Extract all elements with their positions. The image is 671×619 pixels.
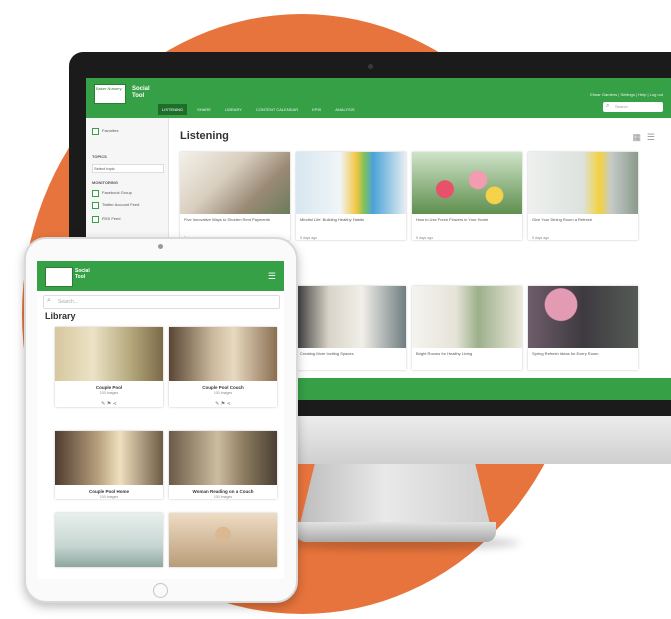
topic-select[interactable]: Select topic bbox=[92, 164, 164, 173]
card-image bbox=[296, 152, 406, 214]
nav-analysis[interactable]: ANALYSIS bbox=[331, 104, 358, 115]
library-item-subtitle: 100 Images bbox=[213, 495, 233, 499]
sidebar-source-3[interactable]: RSS Feed bbox=[102, 216, 120, 221]
card-caption: Bright Rooms for Healthy Living bbox=[416, 351, 473, 356]
listening-card[interactable]: Mindful Life: Building Healthy Habits 5 … bbox=[296, 152, 406, 240]
card-meta: 5 days ago bbox=[416, 236, 434, 240]
favorites-checkbox[interactable] bbox=[92, 128, 99, 135]
search-icon: ⌕ bbox=[47, 297, 51, 304]
card-caption: Give Your Dining Room a Refresh bbox=[532, 217, 593, 222]
grid-view-icon[interactable]: ▦ bbox=[632, 132, 641, 143]
nav-content-calendar[interactable]: CONTENT CALENDAR bbox=[252, 104, 302, 115]
library-item-image bbox=[169, 431, 277, 485]
page-title: Listening bbox=[180, 130, 229, 142]
home-button-icon[interactable] bbox=[153, 583, 168, 598]
card-meta: 5 days ago bbox=[300, 236, 318, 240]
library-item[interactable]: Woman Reading on a Couch 100 Images bbox=[169, 431, 277, 499]
library-item-title: Couple Pool Couch bbox=[202, 385, 244, 390]
tablet-search-input[interactable]: ⌕ Search... bbox=[43, 295, 280, 309]
top-navigation-bar: Baker Nursery Social Tool LISTENING SHAR… bbox=[86, 78, 671, 118]
library-item[interactable] bbox=[169, 513, 277, 567]
nav-listening[interactable]: LISTENING bbox=[158, 104, 188, 115]
camera-icon bbox=[368, 64, 373, 69]
tablet-screen: Social Tool ☰ ⌕ Search... Library Couple… bbox=[37, 261, 284, 579]
source-checkbox-2[interactable] bbox=[92, 202, 99, 209]
tablet-header: Social Tool ☰ bbox=[37, 261, 284, 291]
listening-card[interactable]: How to Use Fresh Flowers in Your Home 5 … bbox=[412, 152, 522, 240]
search-placeholder: Search bbox=[615, 104, 628, 109]
tablet-camera-icon bbox=[158, 244, 163, 249]
app-title: Social Tool bbox=[132, 86, 150, 99]
list-view-icon[interactable]: ☰ bbox=[647, 132, 655, 143]
monitor-stand-base bbox=[296, 522, 496, 542]
card-caption: Five Innovative Ways to Shorten Rent Pay… bbox=[184, 217, 270, 222]
library-item-title: Couple Pool Home bbox=[88, 489, 129, 494]
library-item-image bbox=[55, 431, 163, 485]
library-item[interactable]: Couple Pool Couch 100 Images ✎ ⚑ ⋖ bbox=[169, 327, 277, 407]
user-menu[interactable]: Elmar Gardens | Settings | Help | Log ou… bbox=[590, 92, 663, 97]
card-caption: How to Use Fresh Flowers in Your Home bbox=[416, 217, 489, 222]
sidebar-source-1[interactable]: Facebook Group bbox=[102, 190, 132, 195]
tablet-logo[interactable] bbox=[45, 267, 73, 287]
sidebar-source-2[interactable]: Twitter Account Feed bbox=[102, 202, 139, 207]
nav-library[interactable]: LIBRARY bbox=[221, 104, 246, 115]
listening-card[interactable]: Bright Rooms for Healthy Living bbox=[412, 286, 522, 370]
listening-card[interactable]: Five Innovative Ways to Shorten Rent Pay… bbox=[180, 152, 290, 240]
card-caption: Creating More Inviting Spaces bbox=[300, 351, 354, 356]
library-item-subtitle: 100 Images bbox=[99, 391, 119, 395]
library-item-subtitle: 100 Images bbox=[213, 391, 233, 395]
library-item-title: Woman Reading on a Couch bbox=[192, 489, 254, 494]
listening-card[interactable]: Spring Refresh Ideas for Every Room bbox=[528, 286, 638, 370]
nav-kpis[interactable]: KPIS bbox=[308, 104, 325, 115]
tablet-app-title: Social Tool bbox=[75, 268, 90, 280]
library-title: Library bbox=[45, 311, 76, 321]
library-item-image bbox=[55, 513, 163, 567]
card-image bbox=[296, 286, 406, 348]
library-item[interactable] bbox=[55, 513, 163, 567]
nav-share[interactable]: SHARE bbox=[193, 104, 215, 115]
library-item[interactable]: Couple Pool 100 Images ✎ ⚑ ⋖ bbox=[55, 327, 163, 407]
source-checkbox-3[interactable] bbox=[92, 216, 99, 223]
card-image bbox=[412, 152, 522, 214]
library-item[interactable]: Couple Pool Home 100 Images bbox=[55, 431, 163, 499]
source-checkbox-1[interactable] bbox=[92, 190, 99, 197]
card-caption: Mindful Life: Building Healthy Habits bbox=[300, 217, 365, 222]
card-image bbox=[528, 152, 638, 214]
monitor-stand-neck bbox=[300, 462, 490, 524]
tablet-search-placeholder: Search... bbox=[58, 299, 79, 305]
library-item-image bbox=[169, 513, 277, 567]
listening-card[interactable]: Give Your Dining Room a Refresh 5 days a… bbox=[528, 152, 638, 240]
card-caption: Spring Refresh Ideas for Every Room bbox=[532, 351, 599, 356]
card-meta: 5 days ago bbox=[532, 236, 550, 240]
brand-logo[interactable]: Baker Nursery bbox=[94, 84, 126, 104]
card-image bbox=[412, 286, 522, 348]
share-icon[interactable]: ✎ ⚑ ⋖ bbox=[169, 401, 277, 407]
hamburger-menu-icon[interactable]: ☰ bbox=[268, 271, 276, 282]
card-image bbox=[528, 286, 638, 348]
library-item-image bbox=[55, 327, 163, 381]
search-icon: ⌕ bbox=[606, 103, 610, 109]
main-nav: LISTENING SHARE LIBRARY CONTENT CALENDAR… bbox=[158, 104, 359, 115]
share-icon[interactable]: ✎ ⚑ ⋖ bbox=[55, 401, 163, 407]
sidebar-section-monitoring: MONITORING bbox=[92, 180, 118, 185]
search-input[interactable]: ⌕ Search bbox=[603, 102, 663, 112]
library-item-title: Couple Pool bbox=[95, 385, 123, 390]
library-item-image bbox=[169, 327, 277, 381]
library-item-subtitle: 100 Images bbox=[99, 495, 119, 499]
card-image bbox=[180, 152, 290, 214]
listening-card[interactable]: Creating More Inviting Spaces bbox=[296, 286, 406, 370]
sidebar-item-favorites[interactable]: Favorites bbox=[102, 128, 118, 133]
sidebar-section-topics: TOPICS bbox=[92, 154, 107, 159]
